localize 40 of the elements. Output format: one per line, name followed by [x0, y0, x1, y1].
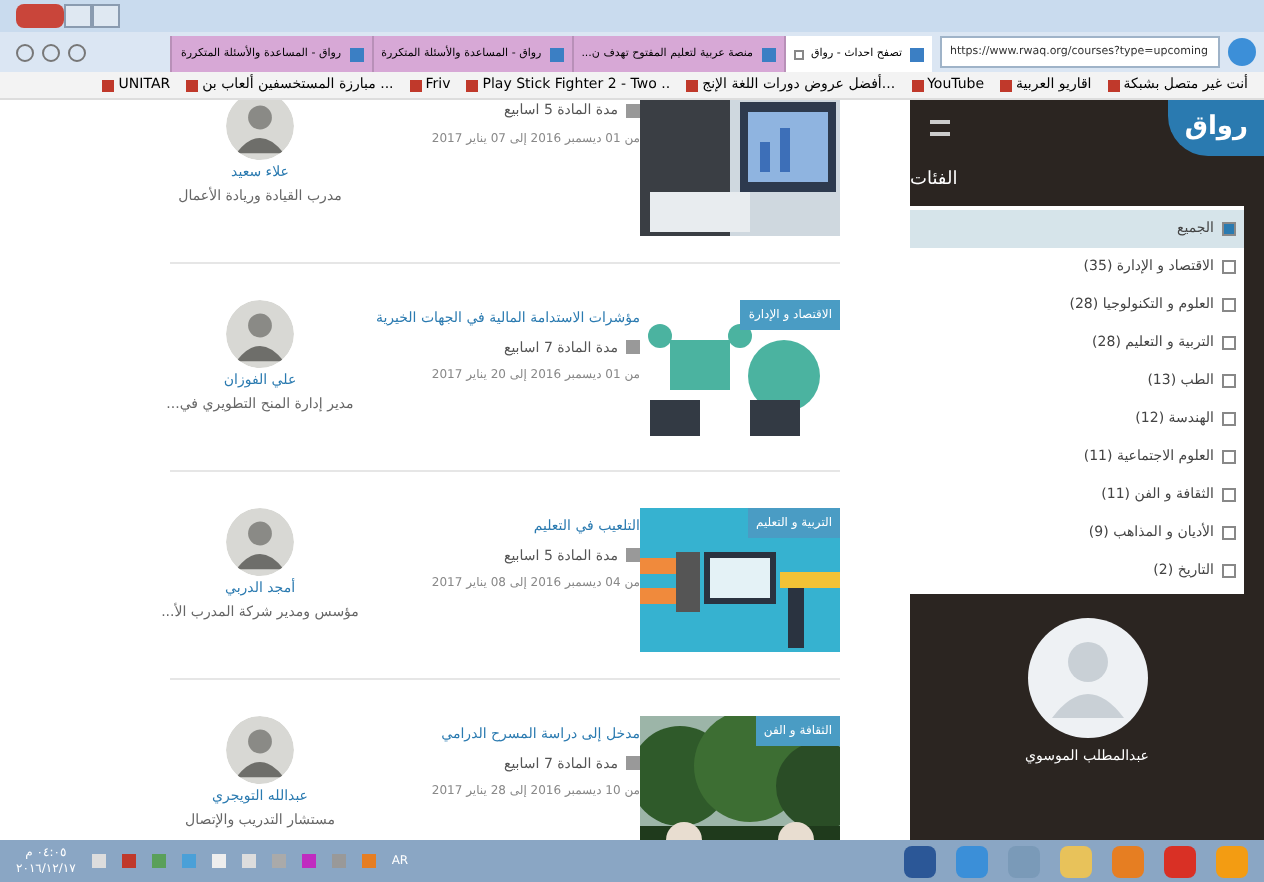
bookmark-icon: [102, 79, 115, 91]
avatar: [226, 300, 294, 368]
checkbox[interactable]: [1222, 260, 1236, 274]
maximize-icon[interactable]: [64, 4, 92, 28]
tab-favicon-icon: [549, 47, 564, 61]
taskbar-app-icon[interactable]: [1060, 845, 1092, 877]
calendar-icon: [626, 756, 640, 771]
tab-favicon-icon: [910, 47, 924, 61]
checkbox[interactable]: [1222, 450, 1236, 464]
bookmark-icon: [409, 79, 422, 91]
taskbar-app-icon[interactable]: [1164, 845, 1196, 877]
checkbox[interactable]: [1222, 564, 1236, 578]
checkbox[interactable]: [1222, 412, 1236, 426]
menu-icon[interactable]: [930, 120, 950, 136]
checkbox[interactable]: [1222, 298, 1236, 312]
back-button[interactable]: [1228, 38, 1256, 66]
checkbox[interactable]: [1222, 222, 1236, 236]
bookmark-icon: [911, 79, 924, 91]
bookmark-icon: [186, 79, 199, 91]
calendar-icon: [626, 340, 640, 355]
taskbar-app-icon[interactable]: [956, 845, 988, 877]
user-avatar: [1027, 618, 1147, 738]
checkbox[interactable]: [1222, 488, 1236, 502]
calendar-icon: [626, 103, 640, 118]
checkbox[interactable]: [1222, 336, 1236, 350]
minimize-icon[interactable]: [92, 4, 120, 28]
checkbox[interactable]: [1222, 526, 1236, 540]
bookmark-icon: [1107, 79, 1120, 91]
avatar: [226, 716, 294, 784]
calendar-icon: [626, 548, 640, 563]
avatar: [226, 508, 294, 576]
tab-favicon-icon: [349, 47, 364, 61]
taskbar-app-icon[interactable]: [904, 845, 936, 877]
tab-favicon-icon: [761, 47, 775, 61]
bookmark-icon: [686, 79, 699, 91]
bookmark-icon: [1000, 79, 1013, 91]
bookmark-icon: [466, 79, 479, 91]
checkbox[interactable]: [1222, 374, 1236, 388]
site-logo[interactable]: رواق: [1168, 100, 1264, 155]
section-heading: الفئات: [910, 167, 958, 193]
